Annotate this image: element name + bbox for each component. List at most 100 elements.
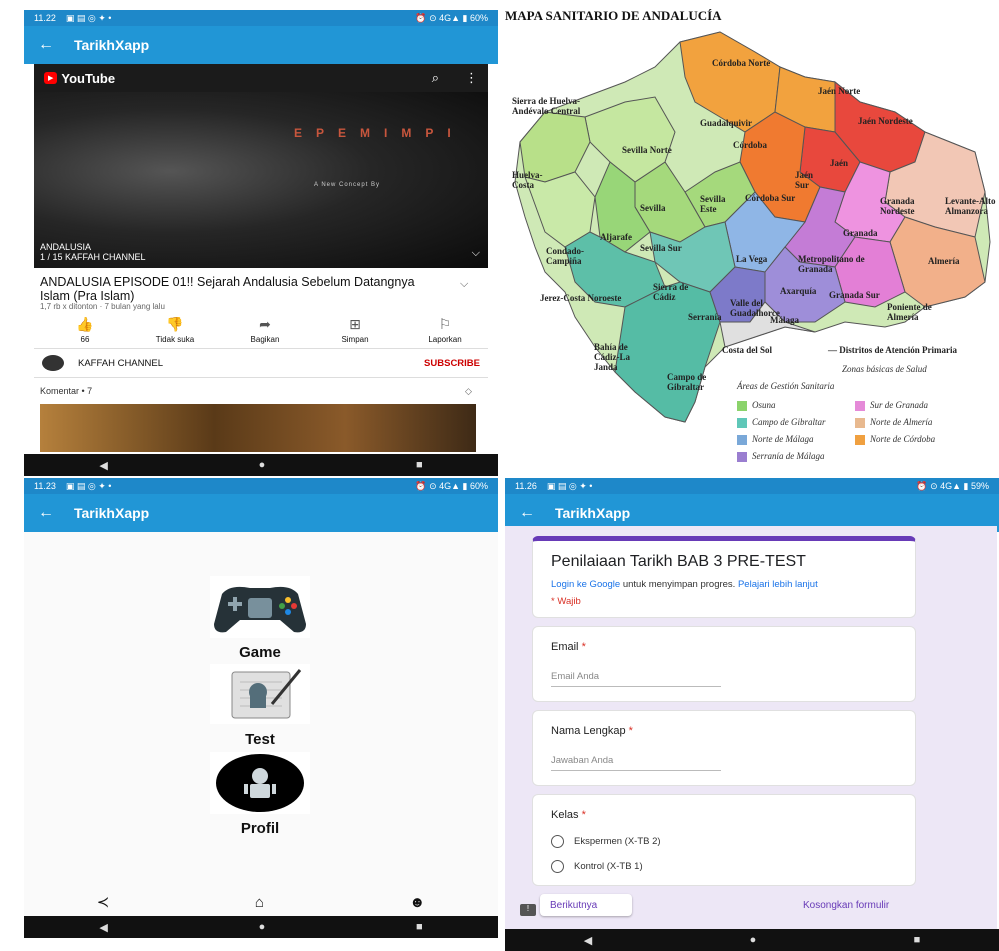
map-label: Huelva-Costa	[512, 170, 543, 190]
radio-option-kontrol[interactable]: Kontrol (X-TB 1)	[551, 860, 897, 873]
like-count: 66	[80, 335, 90, 344]
nav-recent-icon[interactable]: ■	[914, 934, 921, 946]
search-icon[interactable]: ⌕	[432, 70, 439, 86]
nav-back-icon[interactable]: ◀	[584, 934, 592, 947]
form-title: Penilaiaan Tarikh BAB 3 PRE-TEST	[551, 553, 806, 570]
action-row: 👍 66 👎 Tidak suka ➦ Bagikan ⊞ Simpan ⚐ Lapork…	[50, 316, 480, 344]
map-label: Costa del Sol	[722, 345, 773, 355]
class-card: Kelas * Ekspermen (X-TB 2) Kontrol (X-TB…	[532, 794, 916, 886]
required-note: * Wajib	[551, 596, 581, 607]
learn-more-link[interactable]: Pelajari lebih lanjut	[738, 579, 818, 590]
app-bar: ← TarikhXapp	[24, 26, 498, 64]
profile-icon	[216, 754, 304, 812]
nav-bar: ◀ ● ■	[24, 454, 498, 476]
nav-recent-icon[interactable]: ■	[416, 921, 423, 933]
channel-avatar[interactable]	[42, 355, 64, 371]
sort-icon[interactable]: ◇	[465, 386, 472, 397]
comments-header[interactable]: Komentar • 7	[40, 386, 92, 396]
save-icon: ⊞	[349, 316, 361, 332]
radio-button[interactable]	[551, 860, 564, 873]
legend-item: Norte de Córdoba	[855, 434, 935, 445]
status-icons: ▣ ▤ ◎ ✦ •	[65, 480, 112, 491]
map-label: Serranía	[688, 312, 722, 322]
legend-title: Áreas de Gestión Sanitaria	[737, 381, 835, 391]
name-label: Nama Lengkap	[551, 725, 626, 737]
next-button[interactable]: Berikutnya	[540, 894, 632, 916]
video-player[interactable]: EPEMIMPI A New Concept By ANDALUSIA 1 / …	[34, 92, 488, 268]
map-label: Jerez-Costa Noroeste	[540, 293, 622, 303]
radio-button[interactable]	[551, 835, 564, 848]
video-title: ANDALUSIA EPISODE 01!! Sejarah Andalusia…	[40, 275, 415, 303]
game-label[interactable]: Game	[200, 644, 320, 661]
radio-option-ekspermen[interactable]: Ekspermen (X-TB 2)	[551, 835, 897, 848]
status-icons: ▣ ▤ ◎ ✦ •	[65, 12, 112, 23]
profile-label[interactable]: Profil	[200, 820, 320, 837]
nav-back-icon[interactable]: ◀	[99, 459, 107, 472]
primary-care-legend: — Distritos de Atención Primaria	[828, 345, 957, 355]
nav-home-icon[interactable]: ●	[750, 934, 757, 946]
nav-back-icon[interactable]: ◀	[99, 921, 107, 934]
email-field[interactable]: Email Anda	[551, 671, 721, 687]
more-icon[interactable]: ⋮	[465, 70, 478, 86]
gamepad-icon	[214, 586, 306, 633]
nav-recent-icon[interactable]: ■	[416, 459, 423, 471]
share-label: Bagikan	[250, 335, 280, 344]
video-meta: 1,7 rb x ditonton · 7 bulan yang lalu	[40, 302, 165, 311]
like-button[interactable]: 👍 66	[50, 316, 120, 344]
login-text: untuk menyimpan progres.	[620, 579, 738, 590]
clear-form-button[interactable]: Kosongkan formulir	[803, 900, 889, 911]
map-label: Axarquía	[780, 286, 817, 296]
test-button[interactable]	[210, 664, 310, 724]
app-bar: ← TarikhXapp	[24, 494, 498, 532]
test-icon	[231, 669, 302, 719]
profile-button[interactable]	[210, 752, 310, 814]
email-label-row: Email *	[551, 641, 586, 653]
subscribe-button[interactable]: SUBSCRIBE	[424, 358, 480, 369]
map-label: Condado-Campiña	[546, 246, 585, 266]
report-button[interactable]: ⚐ Laporkan	[410, 316, 480, 344]
map-label: Granada	[843, 228, 878, 238]
back-arrow-icon[interactable]: ←	[519, 504, 555, 522]
video-concept-text: A New Concept By	[314, 182, 381, 188]
back-arrow-icon[interactable]: ←	[38, 504, 74, 522]
login-link[interactable]: Login ke Google	[551, 579, 620, 590]
map-label: Granada Sur	[829, 290, 880, 300]
bottom-icon-bar: ≺ ⌂ ☻	[24, 888, 498, 916]
map-label: Jaén Sur	[795, 170, 813, 190]
nav-home-icon[interactable]: ●	[259, 459, 266, 471]
feedback-icon[interactable]: !	[520, 904, 536, 916]
save-button[interactable]: ⊞ Simpan	[320, 316, 390, 344]
zones-legend: Zonas básicas de Salud	[842, 364, 927, 374]
legend-item: Serranía de Málaga	[737, 451, 825, 462]
app-title: TarikhXapp	[74, 37, 150, 53]
status-time: 11.23	[34, 481, 56, 491]
expand-icon[interactable]: ⌵	[460, 278, 468, 291]
channel-name[interactable]: KAFFAH CHANNEL	[78, 358, 163, 369]
game-button[interactable]	[210, 576, 310, 638]
home-icon[interactable]: ⌂	[255, 894, 264, 911]
share-button[interactable]: ➦ Bagikan	[230, 316, 300, 344]
back-arrow-icon[interactable]: ←	[38, 36, 74, 54]
map-label: La Vega	[736, 254, 768, 264]
avatar-icon[interactable]: ☻	[409, 894, 425, 911]
radio-label: Ekspermen (X-TB 2)	[574, 836, 661, 847]
map-label: Campo de Gibraltar	[667, 372, 707, 392]
status-bar: 11.26 ▣ ▤ ◎ ✦ • ⏰ ⊙ 4G▲ ▮ 59%	[505, 478, 999, 494]
map-label: Sierra de Cádiz	[653, 282, 689, 302]
share-icon[interactable]: ≺	[97, 893, 110, 911]
nav-home-icon[interactable]: ●	[259, 921, 266, 933]
map-label: Poniente de Almería	[887, 302, 932, 322]
chevron-down-icon[interactable]: ⌵	[472, 247, 480, 260]
youtube-play-icon: ▶	[44, 72, 58, 84]
map-label: Metropolitano de Granada	[798, 254, 865, 274]
map-label: Sevilla Sur	[640, 243, 682, 253]
save-label: Simpan	[341, 335, 369, 344]
dislike-button[interactable]: 👎 Tidak suka	[140, 316, 210, 344]
flag-icon: ⚐	[438, 316, 452, 332]
test-label[interactable]: Test	[200, 731, 320, 748]
map-label: Córdoba Norte	[712, 58, 771, 68]
legend-item: Norte de Almería	[855, 417, 932, 428]
map-label: Sevilla Este	[700, 194, 726, 214]
map-label: Granada Nordeste	[880, 196, 915, 216]
name-field[interactable]: Jawaban Anda	[551, 755, 721, 771]
